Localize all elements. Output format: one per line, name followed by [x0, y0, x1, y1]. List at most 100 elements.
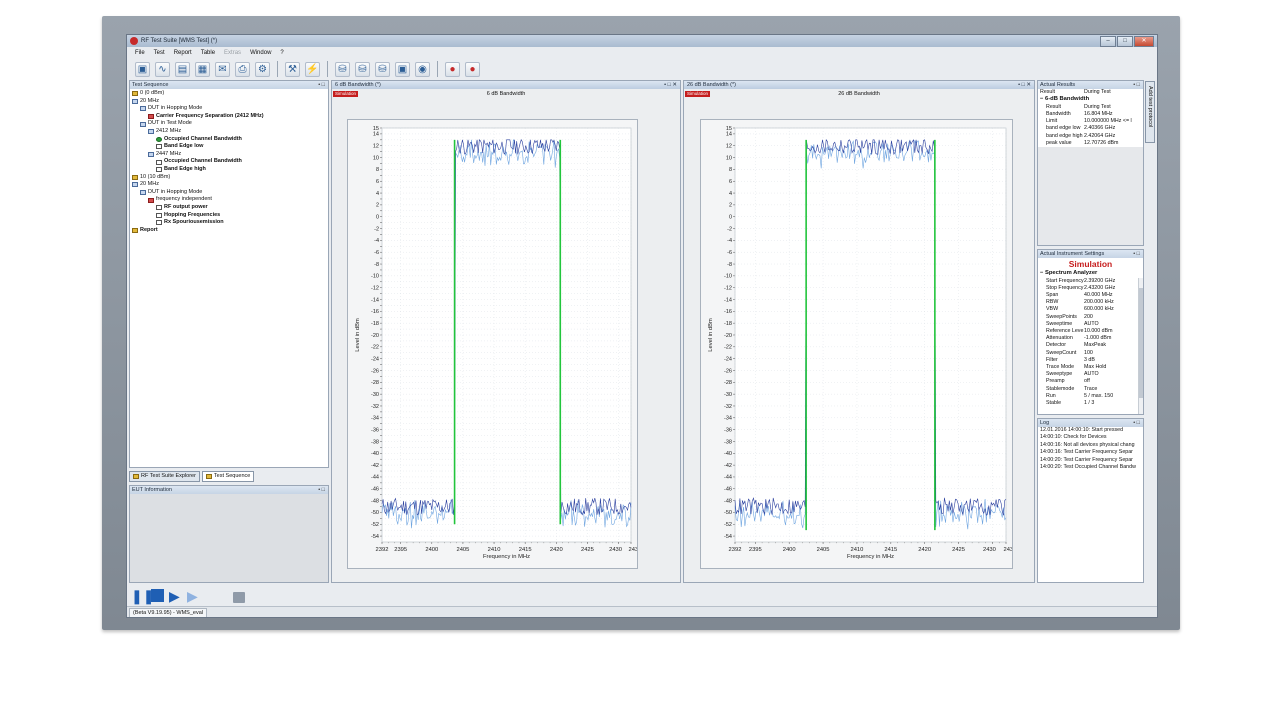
- y-tick-label: -14: [724, 297, 732, 303]
- doc-controls-icon[interactable]: • □ ✕: [664, 81, 677, 89]
- tree-item[interactable]: 20 MHz: [132, 98, 326, 106]
- pin-icon[interactable]: • □: [318, 81, 325, 89]
- menu-extras[interactable]: Extras: [224, 48, 241, 58]
- pin-icon[interactable]: • □: [1133, 250, 1140, 258]
- add-test-protocol-tab[interactable]: Add test protocol: [1145, 81, 1155, 143]
- test-case-icon: [148, 197, 154, 203]
- tree-item[interactable]: Rx Spouriousemission: [132, 219, 326, 227]
- doc-6db-tab[interactable]: 6 dB Bandwidth (*) • □ ✕: [332, 81, 680, 89]
- config-icon[interactable]: ⚙: [255, 61, 270, 77]
- y-tick-label: -20: [724, 333, 732, 339]
- tab-test-sequence[interactable]: Test Sequence: [201, 471, 255, 482]
- y-tick-label: -10: [724, 274, 732, 280]
- doc-26db-tab[interactable]: 26 dB Bandwidth (*) • □ ✕: [684, 81, 1034, 89]
- tree-item[interactable]: DUT in Hopping Mode: [132, 189, 326, 197]
- checkbox-icon[interactable]: [156, 205, 162, 211]
- tree-item[interactable]: 2412 MHz: [132, 128, 326, 136]
- table-icon[interactable]: ▦: [195, 61, 210, 77]
- maximize-button[interactable]: □: [1117, 36, 1133, 47]
- stop-icon[interactable]: [151, 589, 164, 602]
- new-test-icon[interactable]: ▣: [135, 61, 150, 77]
- tree-item[interactable]: 10 (10 dBm): [132, 174, 326, 182]
- report-icon[interactable]: ▤: [175, 61, 190, 77]
- minimize-button[interactable]: –: [1100, 36, 1116, 47]
- menu-help[interactable]: ?: [280, 48, 283, 58]
- y-tick-label: 8: [376, 167, 379, 173]
- doc-6db-pane: 6 dB Bandwidth (*) • □ ✕ Simulation 6 dB…: [331, 80, 681, 583]
- y-tick-label: -2: [727, 226, 732, 232]
- setting-row: RBW 200.000 kHz: [1038, 299, 1143, 306]
- tab-rf-test-suite-explorer[interactable]: RF Test Suite Explorer: [129, 471, 200, 482]
- setting-value: off: [1084, 378, 1090, 385]
- menu-table[interactable]: Table: [201, 48, 215, 58]
- checkbox-icon[interactable]: [156, 212, 162, 218]
- instrument-settings-pane: Actual Instrument Settings • □ Simulatio…: [1037, 249, 1144, 415]
- log-line: 14:00:20: Test Carrier Frequency Separ: [1040, 456, 1133, 463]
- setting-row: Stable 1 / 3: [1038, 400, 1143, 407]
- result-row: Bandwidth 16.804 MHz: [1038, 111, 1143, 118]
- record-1-icon[interactable]: ●: [445, 61, 460, 77]
- device-icon[interactable]: ⚡: [305, 61, 320, 77]
- record-2-icon[interactable]: ●: [465, 61, 480, 77]
- print-icon[interactable]: ⎙: [235, 61, 250, 77]
- setting-row: Preamp off: [1038, 378, 1143, 385]
- eut-information-pane: EUT Information • □: [129, 485, 329, 583]
- menu-report[interactable]: Report: [174, 48, 192, 58]
- x-tick-label: 2392: [376, 547, 389, 553]
- tools-icon[interactable]: ⚒: [285, 61, 300, 77]
- database-export-icon[interactable]: ⛁: [375, 61, 390, 77]
- scrollbar-thumb[interactable]: [1139, 288, 1143, 398]
- checkbox-icon[interactable]: [156, 220, 162, 226]
- doc-controls-icon[interactable]: • □ ✕: [1018, 81, 1031, 89]
- setting-key: Span: [1046, 291, 1059, 298]
- tree-item[interactable]: Occupied Channel Bandwidth: [132, 158, 326, 166]
- checkbox-icon[interactable]: [156, 159, 162, 165]
- tree-item-label: 2412 MHz: [156, 127, 182, 134]
- setting-key: SweepPoints: [1046, 313, 1077, 320]
- toolbar-separator: [437, 61, 438, 77]
- checkbox-icon[interactable]: [156, 144, 162, 150]
- instrument-icon[interactable]: ◉: [415, 61, 430, 77]
- pin-icon[interactable]: • □: [318, 486, 325, 494]
- tree-item[interactable]: Hopping Frequencies: [132, 212, 326, 220]
- tree-item[interactable]: 2447 MHz: [132, 151, 326, 159]
- setting-row: Stop Frequency 2.43200 GHz: [1038, 285, 1143, 292]
- menu-file[interactable]: File: [135, 48, 145, 58]
- setting-row: Run 5 / max. 150: [1038, 393, 1143, 400]
- pin-icon[interactable]: • □: [1133, 81, 1140, 89]
- y-tick-label: -16: [724, 309, 732, 315]
- tree-item[interactable]: Band Edge low: [132, 143, 326, 151]
- step-icon[interactable]: ▶: [187, 589, 198, 603]
- tree-item[interactable]: Occupied Channel Bandwidth: [132, 136, 326, 144]
- tree-item[interactable]: 0 (0 dBm): [132, 90, 326, 98]
- close-button[interactable]: ✕: [1134, 36, 1154, 47]
- eut-information-header: EUT Information • □: [130, 486, 328, 494]
- checkbox-icon[interactable]: [156, 167, 162, 173]
- menu-window[interactable]: Window: [250, 48, 271, 58]
- y-tick-label: -42: [371, 463, 379, 469]
- tree-item[interactable]: DUT in Hopping Mode: [132, 105, 326, 113]
- pin-icon[interactable]: • □: [1133, 419, 1140, 427]
- group-icon: [132, 227, 138, 233]
- result-row: band edge high 2.42064 GHz: [1038, 133, 1143, 140]
- tree-item[interactable]: frequency independent: [132, 196, 326, 204]
- tree-item[interactable]: 20 MHz: [132, 181, 326, 189]
- mail-icon[interactable]: ✉: [215, 61, 230, 77]
- y-tick-label: -38: [724, 439, 732, 445]
- record-icon[interactable]: [233, 592, 245, 603]
- database-icon[interactable]: ⛁: [335, 61, 350, 77]
- tree-item[interactable]: Carrier Frequency Separation (2412 MHz): [132, 113, 326, 121]
- tree-item[interactable]: DUT in Test Mode: [132, 120, 326, 128]
- y-tick-label: -12: [724, 285, 732, 291]
- chart-icon[interactable]: ∿: [155, 61, 170, 77]
- monitor-icon[interactable]: ▣: [395, 61, 410, 77]
- database-copy-icon[interactable]: ⛁: [355, 61, 370, 77]
- tree-item[interactable]: Band Edge high: [132, 166, 326, 174]
- play-icon[interactable]: ▶: [169, 589, 180, 603]
- x-tick-label: 2410: [488, 547, 501, 553]
- tree-item[interactable]: Report: [132, 227, 326, 235]
- instrument-scrollbar[interactable]: [1138, 278, 1143, 414]
- menu-test[interactable]: Test: [154, 48, 165, 58]
- tree-item-label: 10 (10 dBm): [140, 173, 171, 180]
- tree-item[interactable]: RF output power: [132, 204, 326, 212]
